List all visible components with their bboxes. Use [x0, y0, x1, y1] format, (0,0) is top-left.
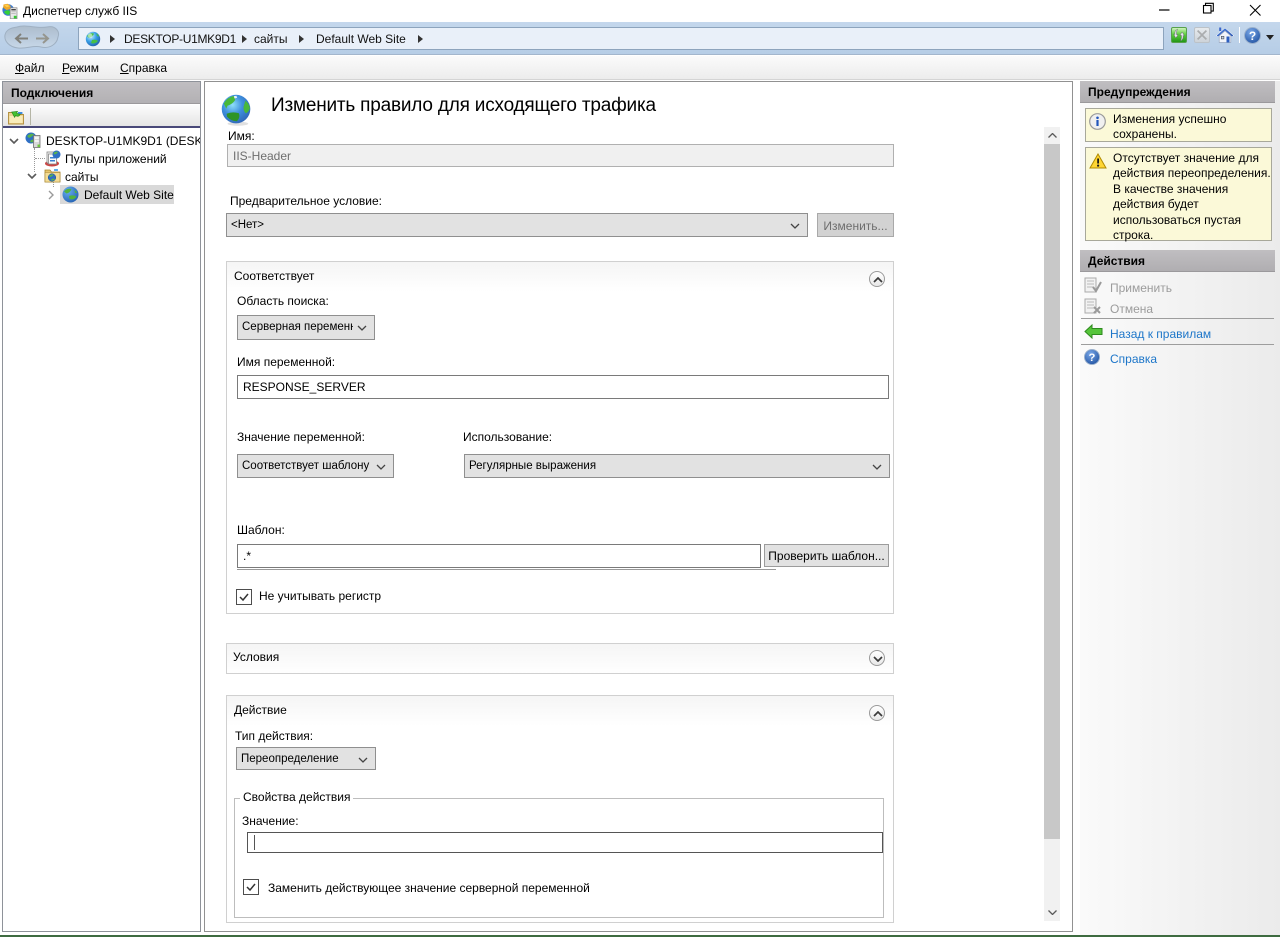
svg-text:?: ?	[1089, 352, 1096, 364]
svg-text:?: ?	[1249, 29, 1256, 43]
